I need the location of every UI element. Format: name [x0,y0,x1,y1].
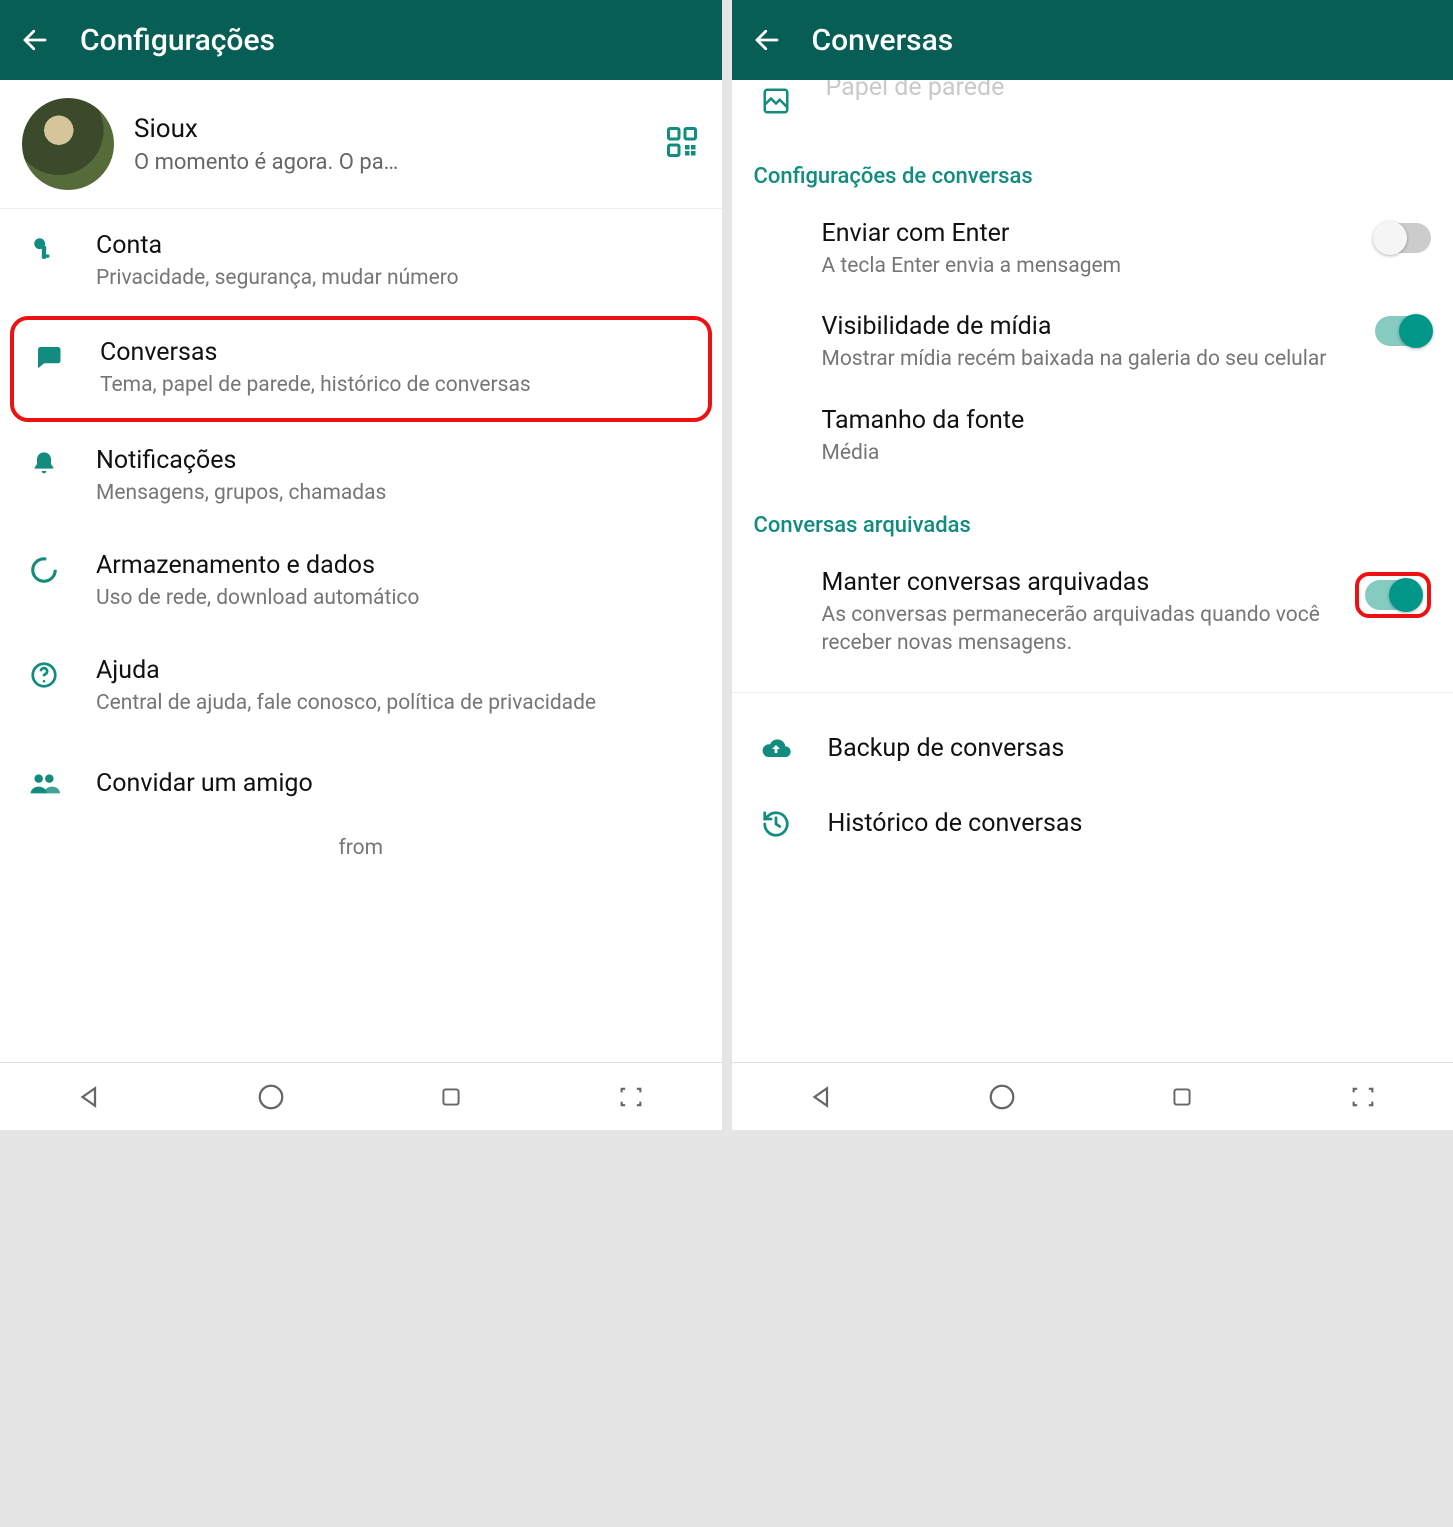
setting-desc: Mostrar mídia recém baixada na galeria d… [822,345,1356,373]
menu-desc: Mensagens, grupos, chamadas [96,479,700,507]
menu-item-chats-highlighted[interactable]: Conversas Tema, papel de parede, históri… [10,316,712,421]
back-icon[interactable] [20,25,50,55]
menu-desc: Privacidade, segurança, mudar número [96,264,700,292]
setting-keep-archived[interactable]: Manter conversas arquivadas As conversas… [732,552,1453,674]
nav-bar [0,1062,722,1130]
menu-desc: Uso de rede, download automático [96,584,700,612]
link-history[interactable]: Histórico de conversas [732,787,1453,861]
menu-desc: Tema, papel de parede, histórico de conv… [100,371,696,399]
setting-desc: A tecla Enter envia a mensagem [822,252,1356,280]
invite-label: Convidar um amigo [96,769,313,798]
menu-label: Armazenamento e dados [96,551,700,580]
toggle-enter-send[interactable] [1375,223,1431,253]
link-backup[interactable]: Backup de conversas [732,711,1453,787]
key-icon [22,231,66,261]
profile-status: O momento é agora. O pa… [134,150,644,175]
nav-bar [732,1062,1453,1130]
nav-home-icon[interactable] [985,1080,1019,1114]
help-icon [22,656,66,690]
setting-label: Tamanho da fonte [822,406,1432,435]
link-label: Histórico de conversas [828,809,1083,838]
profile-row[interactable]: Sioux O momento é agora. O pa… [0,80,722,209]
setting-label: Visibilidade de mídia [822,312,1356,341]
partial-item-wallpaper[interactable]: Papel de parede [732,80,1453,134]
nav-back-icon[interactable] [805,1080,839,1114]
nav-screenshot-icon[interactable] [614,1080,648,1114]
page-title: Configurações [80,23,275,58]
nav-back-icon[interactable] [73,1080,107,1114]
nav-recent-icon[interactable] [434,1080,468,1114]
menu-item-storage[interactable]: Armazenamento e dados Uso de rede, downl… [0,529,722,634]
cloud-upload-icon [754,733,798,765]
page-title: Conversas [812,23,954,58]
setting-label: Manter conversas arquivadas [822,568,1336,597]
link-label: Backup de conversas [828,734,1065,763]
data-usage-icon [22,551,66,585]
menu-label: Notificações [96,446,700,475]
nav-home-icon[interactable] [254,1080,288,1114]
toggle-media-visibility[interactable] [1375,316,1431,346]
toggle-keep-archived[interactable] [1365,580,1421,610]
highlight-toggle [1355,572,1431,618]
setting-media-visibility[interactable]: Visibilidade de mídia Mostrar mídia recé… [732,296,1453,389]
setting-desc: Média [822,439,1432,467]
chats-settings-content: Papel de parede Configurações de convers… [732,80,1453,1062]
back-icon[interactable] [752,25,782,55]
section-header-chat-settings: Configurações de conversas [732,134,1453,203]
qr-icon[interactable] [664,124,700,164]
chat-icon [26,338,70,372]
setting-font-size[interactable]: Tamanho da fonte Média [732,390,1453,483]
menu-desc: Central de ajuda, fale conosco, política… [96,689,700,717]
menu-label: Conta [96,231,700,260]
history-icon [754,809,798,839]
nav-screenshot-icon[interactable] [1346,1080,1380,1114]
menu-label: Conversas [100,338,696,367]
app-bar: Conversas [732,0,1453,80]
menu-label: Ajuda [96,656,700,685]
section-header-archived: Conversas arquivadas [732,483,1453,552]
from-label: from [0,828,722,860]
bell-icon [22,446,66,478]
divider [732,692,1453,693]
phone-right: Conversas Papel de parede Configurações … [732,0,1453,1130]
setting-desc: As conversas permanecerão arquivadas qua… [822,601,1336,658]
nav-recent-icon[interactable] [1165,1080,1199,1114]
avatar [22,98,114,190]
phone-left: Configurações Sioux O momento é agora. O… [0,0,722,1130]
partial-label: Papel de parede [826,80,1005,102]
menu-item-help[interactable]: Ajuda Central de ajuda, fale conosco, po… [0,634,722,739]
profile-name: Sioux [134,114,644,144]
profile-text: Sioux O momento é agora. O pa… [134,114,644,175]
settings-content: Sioux O momento é agora. O pa… Conta Pri… [0,80,722,1062]
menu-item-account[interactable]: Conta Privacidade, segurança, mudar núme… [0,209,722,314]
setting-label: Enviar com Enter [822,219,1356,248]
people-icon [22,768,66,800]
app-bar: Configurações [0,0,722,80]
setting-enter-send[interactable]: Enviar com Enter A tecla Enter envia a m… [732,203,1453,296]
menu-item-invite[interactable]: Convidar um amigo [0,740,722,828]
wallpaper-icon [754,86,798,116]
menu-item-notifications[interactable]: Notificações Mensagens, grupos, chamadas [0,424,722,529]
